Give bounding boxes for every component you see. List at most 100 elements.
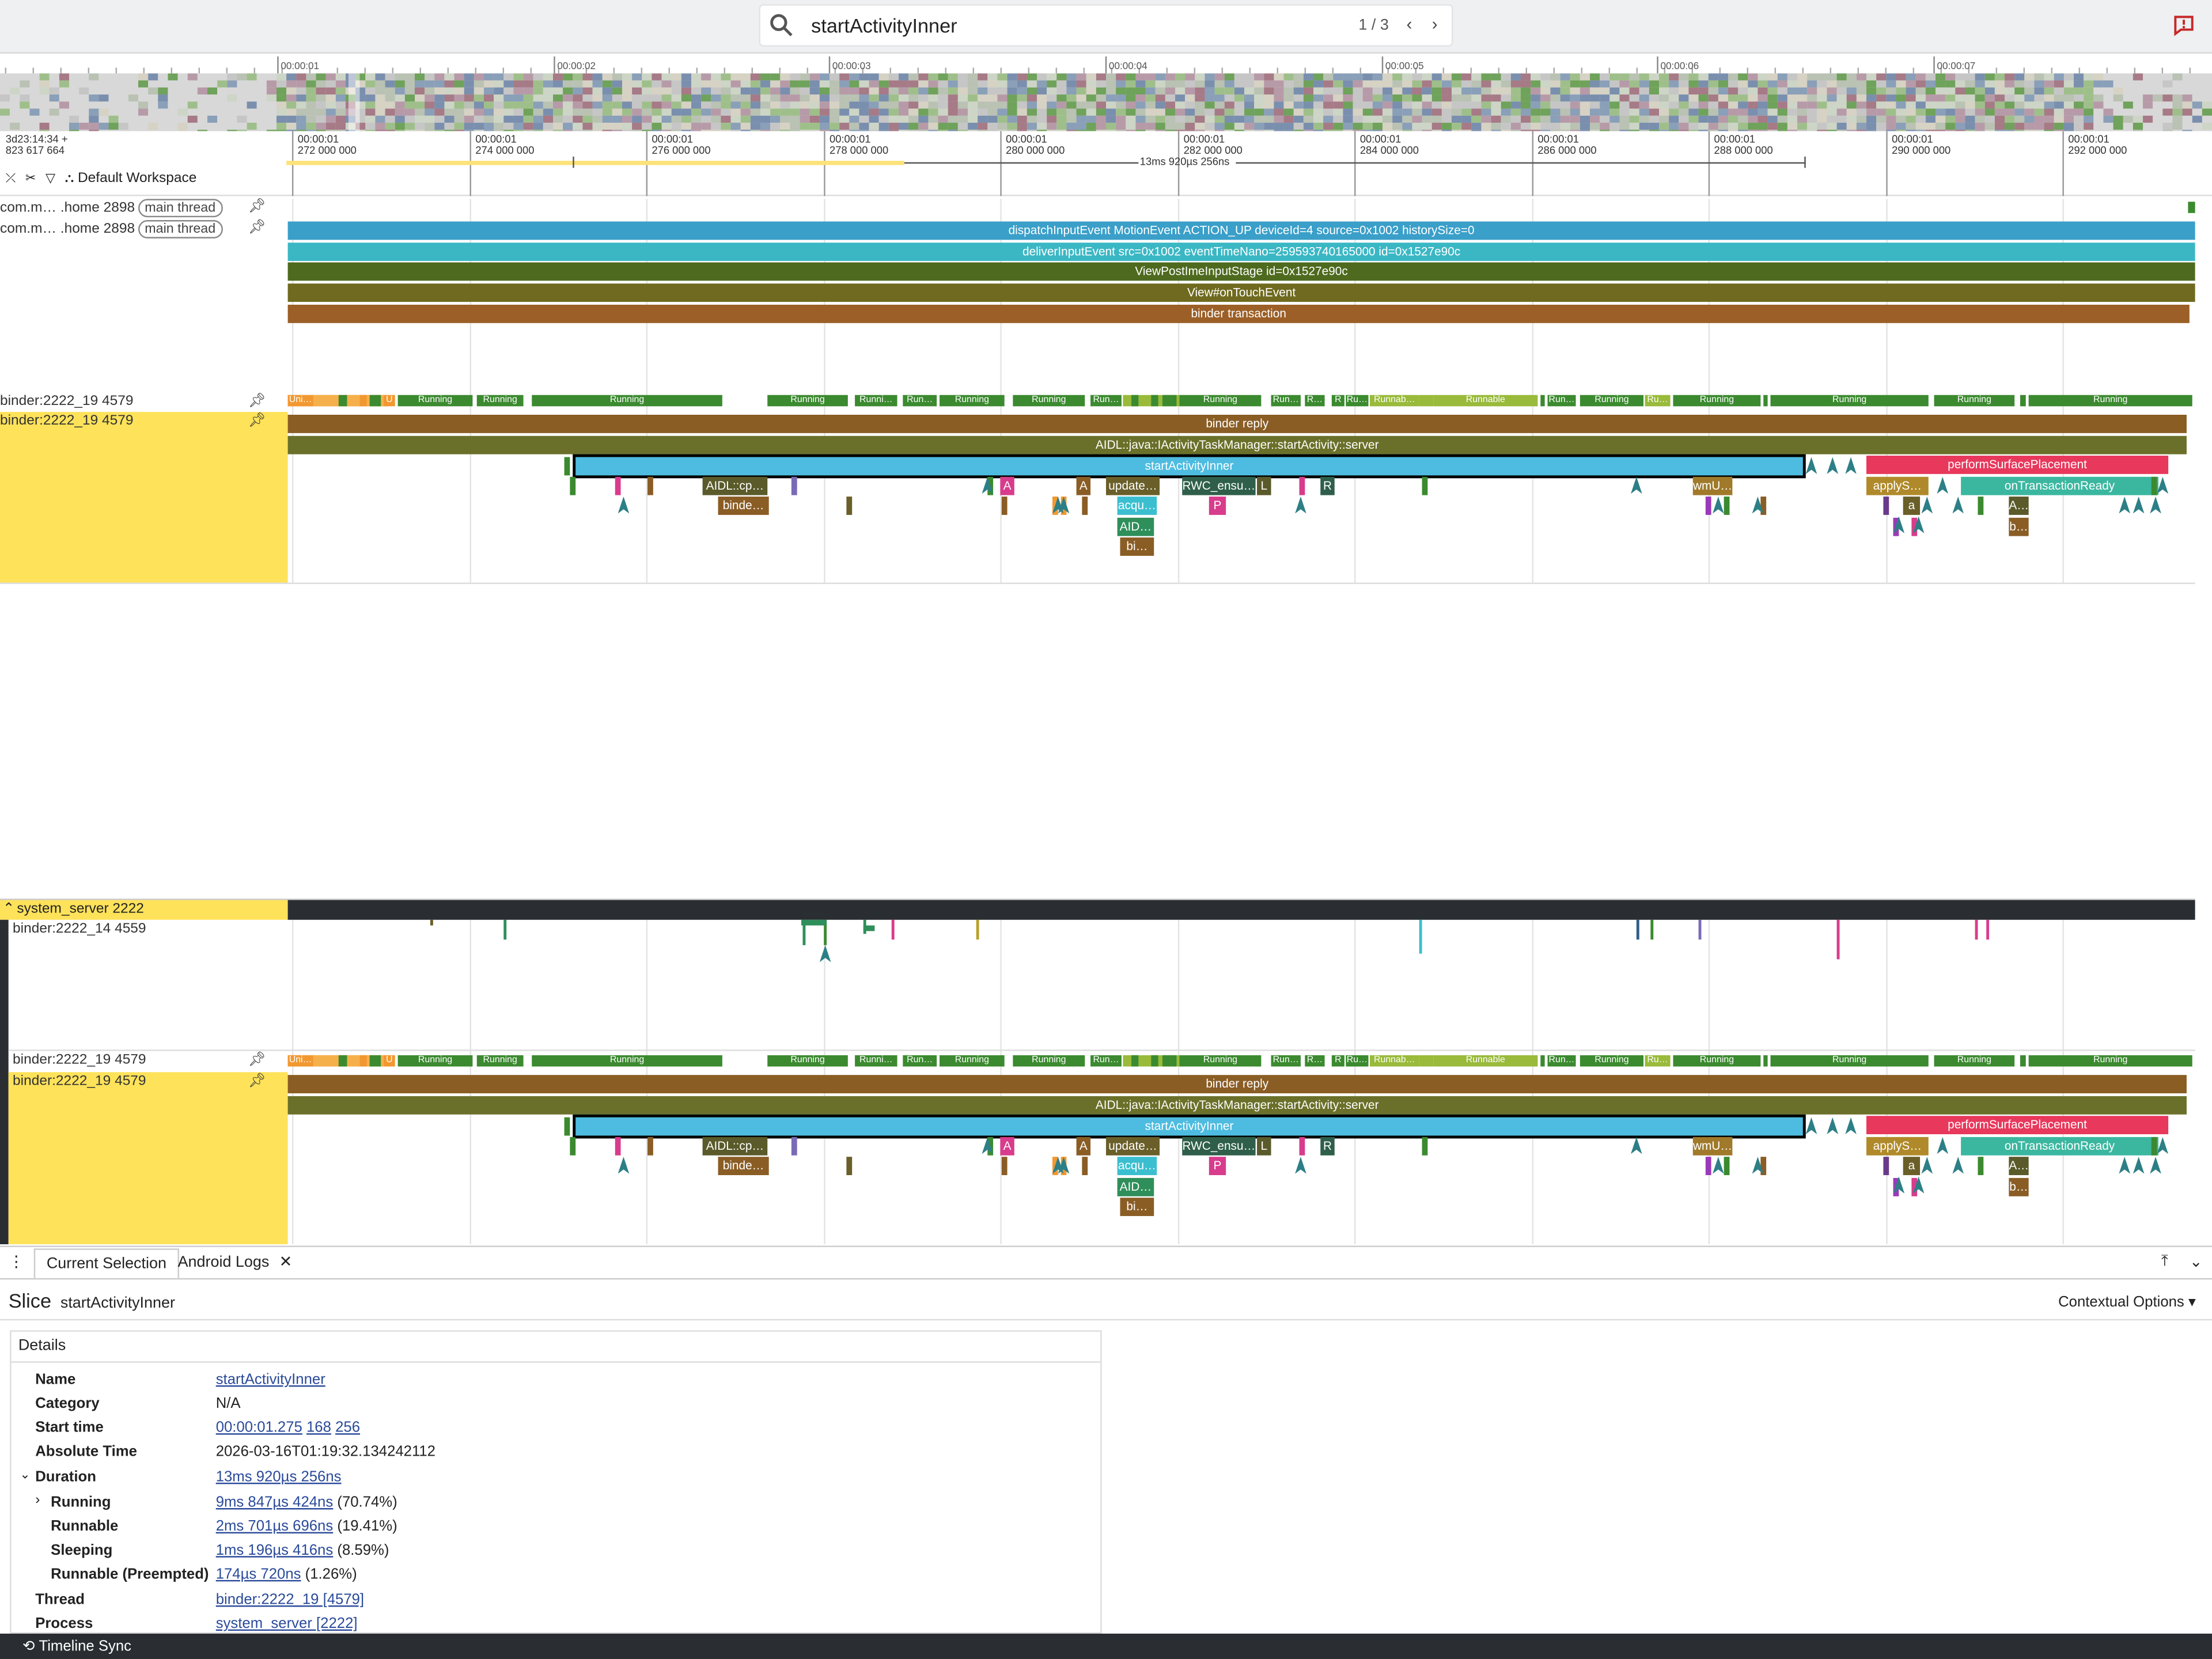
thread-state-slice[interactable]	[1171, 395, 1177, 407]
thread-state-slice[interactable]: Running	[2028, 395, 2192, 407]
slice-P[interactable]: P	[1209, 1157, 1226, 1176]
slice-A-pink[interactable]: A	[1000, 1137, 1014, 1156]
thread-state-slice[interactable]: R	[1331, 1055, 1344, 1067]
slice-deliver-input-event[interactable]: deliverInputEvent src=0x1002 eventTimeNa…	[287, 243, 2195, 262]
thread-slice-mark[interactable]	[1698, 919, 1702, 940]
thread-state-slice[interactable]: Uni…	[287, 1055, 313, 1067]
instant-event-marker[interactable]	[1893, 516, 1905, 533]
close-icon[interactable]: ✕	[279, 1254, 293, 1271]
track-header[interactable]: com.m… .home 2898 main thread	[0, 220, 288, 238]
thread-slice-mark[interactable]	[1650, 919, 1654, 940]
thread-state-slice[interactable]: Runnable	[1433, 395, 1538, 407]
slice-tiny[interactable]	[846, 1157, 853, 1176]
instant-event-marker[interactable]	[1921, 497, 1933, 514]
thread-slice-mark[interactable]	[801, 919, 827, 926]
slice-view-post-ime[interactable]: ViewPostImeInputStage id=0x1527e90c	[287, 262, 2195, 281]
process-link[interactable]: system_server [2222]	[216, 1615, 358, 1632]
slice-R[interactable]: R	[1320, 1137, 1335, 1156]
thread-state-slice[interactable]: Run…	[903, 395, 937, 407]
slice-a[interactable]: a	[1903, 497, 1921, 515]
thread-slice-mark[interactable]	[1986, 919, 1990, 940]
slice-binder-small[interactable]: bi…	[1120, 537, 1154, 556]
slice-tiny[interactable]	[1978, 1157, 1984, 1176]
thread-state-slice[interactable]: U	[384, 395, 395, 407]
search-input[interactable]: startActivityInner	[811, 14, 957, 36]
instant-event-marker[interactable]	[1912, 516, 1925, 533]
thread-slice-mark[interactable]	[503, 919, 507, 940]
instant-event-marker[interactable]	[2150, 1157, 2161, 1174]
instant-event-marker[interactable]	[982, 476, 994, 494]
slice-acquire[interactable]: acqu…	[1117, 497, 1157, 515]
thread-state-slice[interactable]: Running	[1179, 1055, 1262, 1067]
thread-state-slice[interactable]: Runnab…	[1369, 1055, 1419, 1067]
instant-event-marker[interactable]	[819, 945, 831, 963]
slice-tiny[interactable]	[1724, 1157, 1730, 1176]
slice-wm-update[interactable]: wmU…	[1692, 476, 1733, 495]
instant-event-marker[interactable]	[1631, 476, 1642, 494]
thread-slice-mark[interactable]	[863, 925, 875, 931]
thread-state-slice[interactable]	[1151, 1055, 1158, 1067]
instant-event-marker[interactable]	[1752, 1157, 1764, 1174]
thread-slice-mark[interactable]	[430, 919, 433, 926]
instant-event-marker[interactable]	[1713, 497, 1724, 514]
thread-state-slice[interactable]	[2020, 1055, 2026, 1067]
thread-state-slice[interactable]: Running	[940, 1055, 1005, 1067]
slice-tiny[interactable]	[1705, 497, 1711, 515]
slice-tiny[interactable]	[615, 1137, 621, 1156]
slice-binder-reply[interactable]: binder reply	[287, 415, 2187, 433]
slice-on-touch-event[interactable]: View#onTouchEvent	[287, 283, 2195, 302]
thread-state-slice[interactable]: Running	[940, 395, 1005, 407]
slice-tiny[interactable]	[791, 476, 797, 495]
instant-event-marker[interactable]	[1952, 497, 1964, 514]
instant-event-marker[interactable]	[2157, 476, 2169, 494]
thread-state-slice[interactable]: R	[1331, 395, 1344, 407]
slice-aidl-start-activity[interactable]: AIDL::java::IActivityTaskManager::startA…	[287, 1096, 2187, 1115]
thread-state-slice[interactable]: Running	[1580, 395, 1644, 407]
slice-aidl-start-activity[interactable]: AIDL::java::IActivityTaskManager::startA…	[287, 435, 2187, 454]
collapse-all-icon[interactable]: ⤫	[6, 171, 16, 184]
instant-event-marker[interactable]	[1058, 497, 1070, 514]
track-header[interactable]: com.m… .home 2898 main thread	[0, 199, 288, 218]
next-match-icon[interactable]: ›	[1432, 14, 1438, 33]
slice-a[interactable]: a	[1903, 1157, 1921, 1176]
slice-aidl-small[interactable]: AID…	[1117, 1177, 1154, 1196]
slice-on-transaction-ready[interactable]: onTransactionReady	[1961, 1137, 2158, 1156]
slice-L[interactable]: L	[1257, 1137, 1271, 1156]
thread-state-slice[interactable]	[1162, 1055, 1171, 1067]
instant-event-marker[interactable]	[1921, 1157, 1933, 1174]
thread-state-slice[interactable]	[1131, 1055, 1139, 1067]
instant-event-marker[interactable]	[1805, 457, 1817, 474]
thread-state-slice[interactable]: Run…	[1090, 395, 1122, 407]
thread-state-slice[interactable]: Running	[1673, 395, 1761, 407]
slice-A-pink[interactable]: A	[1000, 476, 1014, 495]
thread-state-slice[interactable]: Running	[1770, 395, 1929, 407]
thread-state-slice[interactable]: Running	[1770, 1055, 1929, 1067]
thread-slice-mark[interactable]	[1836, 919, 1840, 960]
slice-binder[interactable]: binde…	[718, 497, 769, 515]
instant-event-marker[interactable]	[2119, 497, 2130, 514]
filter-icon[interactable]: ▽	[46, 171, 55, 184]
slice-update[interactable]: update…	[1106, 1137, 1160, 1156]
slice-tiny[interactable]	[1422, 476, 1428, 495]
thread-state-slice[interactable]: Uni…	[287, 395, 313, 407]
slice-start-activity-inner[interactable]: startActivityInner	[573, 454, 1806, 479]
thread-state-slice[interactable]	[1763, 1055, 1768, 1067]
thread-state-slice[interactable]: Running	[1673, 1055, 1761, 1067]
instant-event-marker[interactable]	[1827, 457, 1839, 474]
pin-icon[interactable]: 📌︎	[248, 199, 266, 214]
slice-b[interactable]: b…	[2009, 517, 2029, 536]
thread-state-slice[interactable]: Running	[1934, 1055, 2015, 1067]
slice-tiny[interactable]	[564, 1117, 570, 1136]
thread-state-slice[interactable]: Running	[397, 1055, 473, 1067]
slice-tiny[interactable]	[1082, 1157, 1088, 1176]
runnable-value[interactable]: 2ms 701µs 696ns (19.41%)	[216, 1518, 397, 1535]
slice-tiny[interactable]	[1001, 497, 1007, 515]
slice-tiny[interactable]	[1883, 1157, 1889, 1176]
slice-R[interactable]: R	[1320, 476, 1335, 495]
tab-android-logs[interactable]: Android Logs ✕	[166, 1248, 304, 1278]
instant-event-marker[interactable]	[2150, 497, 2161, 514]
start-time-link[interactable]: 00:00:01.275 168 256	[216, 1419, 360, 1436]
thread-state-slice[interactable]: Running	[397, 395, 473, 407]
track-header[interactable]: binder:2222_14 4559	[13, 921, 301, 937]
slice-binder-transaction[interactable]: binder transaction	[287, 304, 2190, 323]
